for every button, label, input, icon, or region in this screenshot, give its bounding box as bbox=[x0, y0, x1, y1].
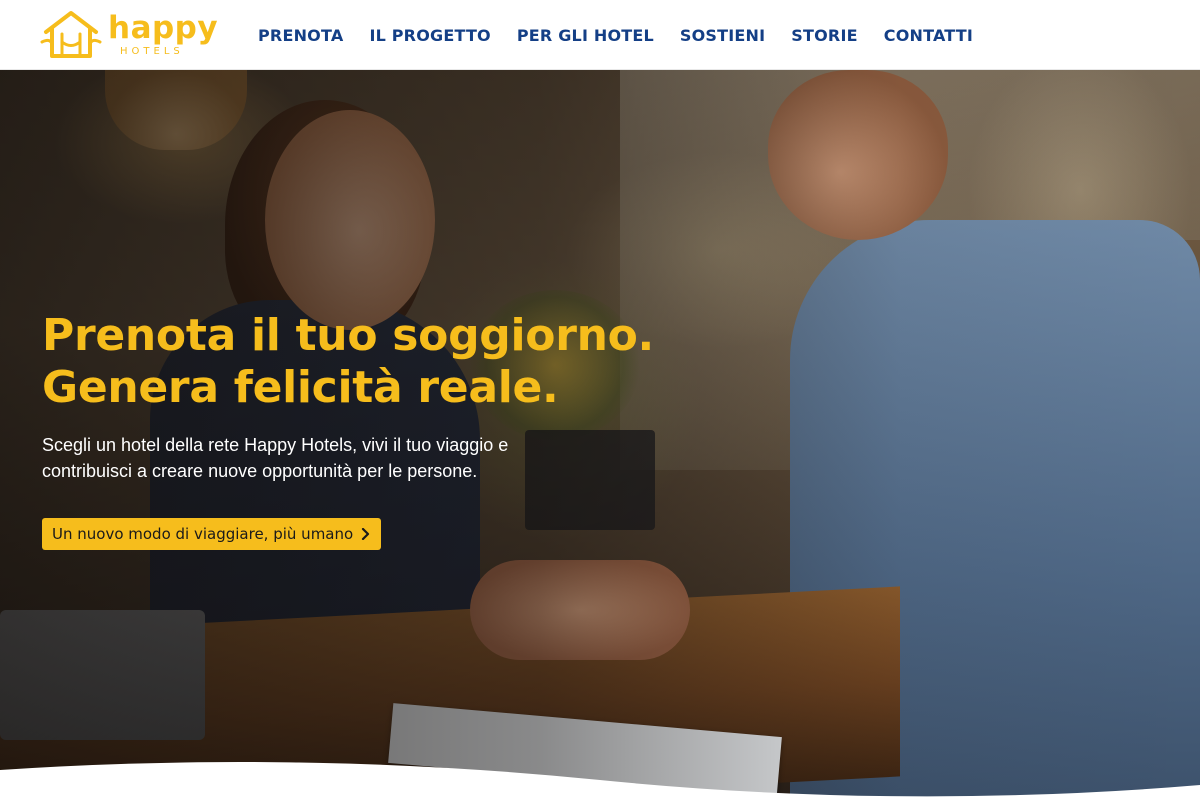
hero-description-line-2: contribuisci a creare nuove opportunità … bbox=[42, 461, 478, 481]
hero-title-line-2: Genera felicità reale. bbox=[42, 362, 559, 413]
nav-item-il-progetto[interactable]: IL PROGETTO bbox=[369, 26, 490, 45]
nav-item-storie[interactable]: STORIE bbox=[791, 26, 857, 45]
cta-button[interactable]: Un nuovo modo di viaggiare, più umano bbox=[42, 518, 382, 550]
hero-section: Prenota il tuo soggiorno. Genera felicit… bbox=[0, 70, 1200, 800]
chevron-right-icon bbox=[362, 528, 370, 540]
logo-subtitle: HOTELS bbox=[120, 46, 184, 57]
nav-item-sostieni[interactable]: SOSTIENI bbox=[680, 26, 765, 45]
bottom-wave-divider bbox=[0, 762, 1200, 800]
house-logo-icon bbox=[40, 11, 102, 58]
page: happy HOTELS PRENOTA IL PROGETTO PER GLI… bbox=[0, 0, 1200, 800]
hero-title: Prenota il tuo soggiorno. Genera felicit… bbox=[42, 310, 742, 414]
nav-item-contatti[interactable]: CONTATTI bbox=[884, 26, 973, 45]
happy-hotels-logo[interactable]: happy HOTELS bbox=[40, 6, 218, 64]
cta-button-label: Un nuovo modo di viaggiare, più umano bbox=[52, 525, 354, 543]
hero-description-line-1: Scegli un hotel della rete Happy Hotels,… bbox=[42, 435, 509, 455]
logo-wordmark: happy bbox=[108, 10, 219, 46]
nav-item-per-gli-hotel[interactable]: PER GLI HOTEL bbox=[517, 26, 654, 45]
hero-description: Scegli un hotel della rete Happy Hotels,… bbox=[42, 432, 642, 484]
site-header: happy HOTELS PRENOTA IL PROGETTO PER GLI… bbox=[0, 0, 1200, 70]
nav-item-prenota[interactable]: PRENOTA bbox=[258, 26, 343, 45]
logo-text: happy HOTELS bbox=[108, 13, 218, 57]
hero-title-line-1: Prenota il tuo soggiorno. bbox=[42, 310, 654, 361]
hero-content: Prenota il tuo soggiorno. Genera felicit… bbox=[42, 310, 742, 550]
main-nav: PRENOTA IL PROGETTO PER GLI HOTEL SOSTIE… bbox=[258, 0, 999, 70]
